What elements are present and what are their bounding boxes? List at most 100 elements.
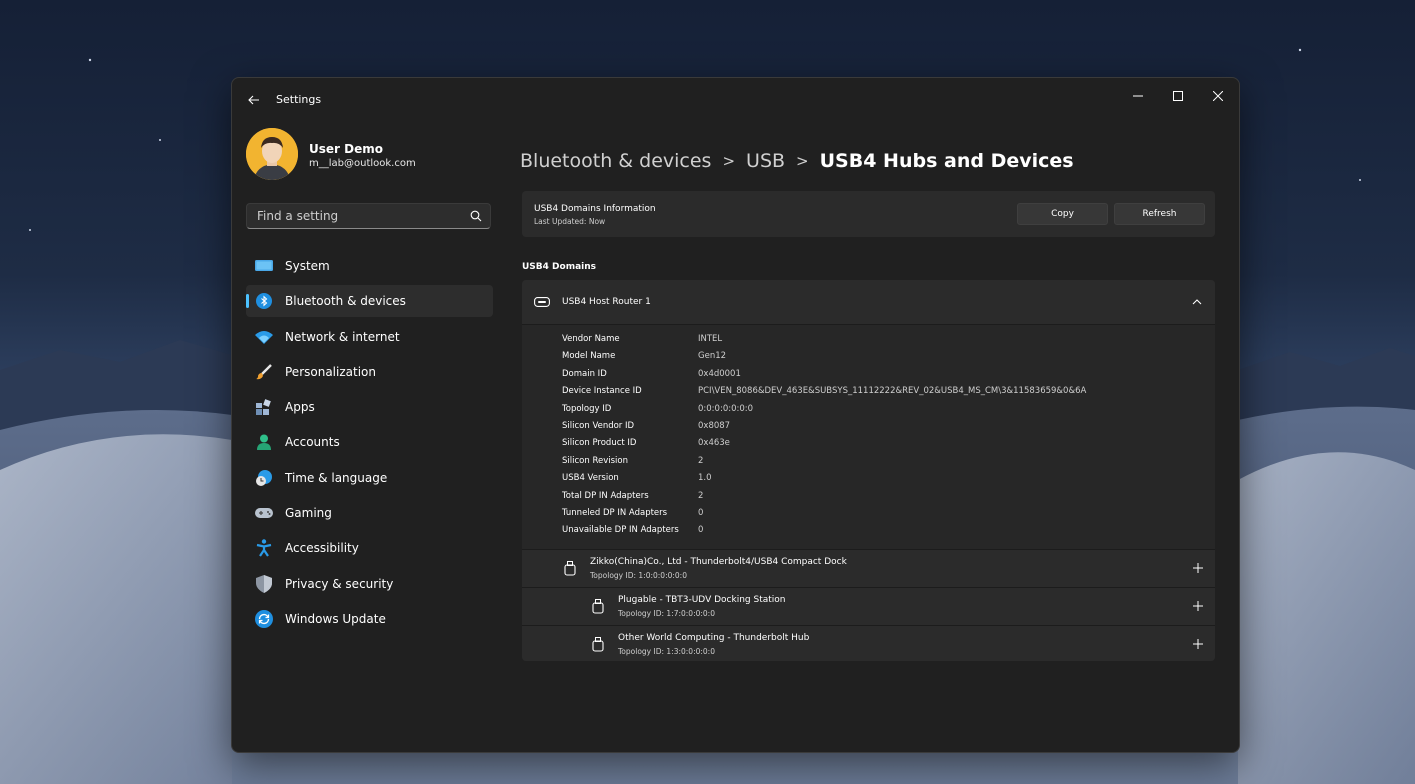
sidebar-item-label: Accessibility <box>285 541 359 556</box>
property-key: Model Name <box>562 351 616 362</box>
device-name: Plugable - TBT3-UDV Docking Station <box>618 595 786 605</box>
minimize-icon <box>1133 95 1143 97</box>
property-row: Silicon Vendor ID 0x8087 <box>562 421 1202 438</box>
property-value: 0x4d0001 <box>698 368 741 379</box>
property-row: Tunneled DP IN Adapters 0 <box>562 508 1202 525</box>
sidebar-item-accounts[interactable]: Accounts <box>246 426 493 458</box>
property-value: 0 <box>698 507 704 518</box>
close-button[interactable] <box>1199 82 1237 110</box>
device-topology: Topology ID: 1:3:0:0:0:0:0 <box>618 647 715 656</box>
brush-icon <box>255 363 273 381</box>
property-key: Silicon Product ID <box>562 438 637 449</box>
property-value: 2 <box>698 455 704 466</box>
router-properties: Vendor Name INTEL Model Name Gen12 Domain ID… <box>562 334 1202 543</box>
sidebar-item-label: Accounts <box>285 435 340 450</box>
back-button[interactable] <box>242 88 266 112</box>
sidebar-item-label: Windows Update <box>285 611 386 626</box>
router-title: USB4 Host Router 1 <box>562 297 651 307</box>
breadcrumb-separator: > <box>722 152 736 170</box>
update-icon <box>255 609 273 628</box>
sidebar-item-time-language[interactable]: Time & language <box>246 462 493 494</box>
device-row-owc-hub[interactable]: Other World Computing - Thunderbolt Hub … <box>522 625 1215 661</box>
property-value: PCI\VEN_8086&DEV_463E&SUBSYS_11112222&RE… <box>698 386 1087 397</box>
usb-connector-icon <box>564 561 576 576</box>
wifi-icon <box>255 328 273 346</box>
property-key: USB4 Version <box>562 473 619 484</box>
user-name: User Demo <box>309 142 383 156</box>
settings-window: Settings User Demo m__lab@outlook.com Fi… <box>231 77 1240 753</box>
property-row: Domain ID 0x4d0001 <box>562 369 1202 386</box>
device-name: Other World Computing - Thunderbolt Hub <box>618 633 810 643</box>
user-email: m__lab@outlook.com <box>309 158 416 169</box>
user-avatar-icon <box>246 128 298 180</box>
usb-port-icon <box>534 297 550 307</box>
plus-icon[interactable] <box>1193 563 1203 573</box>
property-key: Device Instance ID <box>562 386 642 397</box>
copy-button[interactable]: Copy <box>1017 203 1108 225</box>
sidebar-item-network[interactable]: Network & internet <box>246 321 493 353</box>
info-title: USB4 Domains Information <box>534 204 656 214</box>
usb4-info-card: USB4 Domains Information Last Updated: N… <box>522 191 1215 237</box>
sidebar-item-personalization[interactable]: Personalization <box>246 356 493 388</box>
maximize-icon <box>1173 91 1183 101</box>
back-arrow-icon <box>248 95 259 105</box>
device-row-zikko-dock[interactable]: Zikko(China)Co., Ltd - Thunderbolt4/USB4… <box>522 549 1215 587</box>
sidebar-item-label: Network & internet <box>285 329 400 344</box>
property-value: 0 <box>698 525 704 536</box>
property-key: Silicon Vendor ID <box>562 420 635 431</box>
sidebar-item-label: Personalization <box>285 364 376 379</box>
breadcrumb: Bluetooth & devices > USB > USB4 Hubs an… <box>520 150 1074 172</box>
property-value: 0x8087 <box>698 420 731 431</box>
sidebar-item-windows-update[interactable]: Windows Update <box>246 603 493 635</box>
property-value: 0:0:0:0:0:0:0 <box>698 403 754 414</box>
router-header[interactable]: USB4 Host Router 1 <box>522 280 1215 325</box>
sidebar-item-gaming[interactable]: Gaming <box>246 497 493 529</box>
refresh-button[interactable]: Refresh <box>1114 203 1205 225</box>
plus-icon[interactable] <box>1193 639 1203 649</box>
sidebar-item-label: Bluetooth & devices <box>285 294 406 309</box>
property-row: Vendor Name INTEL <box>562 334 1202 351</box>
sidebar-item-privacy-security[interactable]: Privacy & security <box>246 568 493 600</box>
property-row: Model Name Gen12 <box>562 351 1202 368</box>
search-icon[interactable] <box>470 210 482 222</box>
breadcrumb-usb[interactable]: USB <box>746 150 785 172</box>
breadcrumb-bluetooth-devices[interactable]: Bluetooth & devices <box>520 150 711 172</box>
accessibility-icon <box>255 539 273 557</box>
property-value: Gen12 <box>698 351 727 362</box>
usb4-domains-heading: USB4 Domains <box>522 262 596 272</box>
usb-connector-icon <box>592 599 604 614</box>
clock-globe-icon <box>255 469 273 487</box>
property-value: 2 <box>698 490 704 501</box>
property-row: Silicon Revision 2 <box>562 456 1202 473</box>
monitor-icon <box>255 257 273 275</box>
property-key: Tunneled DP IN Adapters <box>562 507 668 518</box>
property-key: Topology ID <box>562 403 612 414</box>
person-icon <box>255 433 273 451</box>
plus-icon[interactable] <box>1193 601 1203 611</box>
usb4-host-router-card: USB4 Host Router 1 Vendor Name INTEL Model… <box>522 280 1215 661</box>
sidebar-item-system[interactable]: System <box>246 250 493 282</box>
sidebar-item-label: Time & language <box>285 470 388 485</box>
apps-icon <box>255 398 273 416</box>
sidebar-item-label: Apps <box>285 400 315 415</box>
sidebar-item-apps[interactable]: Apps <box>246 391 493 423</box>
property-row: Device Instance ID PCI\VEN_8086&DEV_463E&… <box>562 386 1202 403</box>
avatar[interactable] <box>246 128 298 180</box>
property-key: Unavailable DP IN Adapters <box>562 525 679 536</box>
sidebar-item-accessibility[interactable]: Accessibility <box>246 532 493 564</box>
device-row-plugable-dock[interactable]: Plugable - TBT3-UDV Docking Station Topo… <box>522 587 1215 625</box>
sidebar-item-bluetooth-devices[interactable]: Bluetooth & devices <box>246 285 493 318</box>
property-key: Domain ID <box>562 368 607 379</box>
property-row: USB4 Version 1.0 <box>562 473 1202 490</box>
property-row: Total DP IN Adapters 2 <box>562 491 1202 508</box>
close-icon <box>1213 91 1223 101</box>
title-bar: Settings <box>232 78 1239 122</box>
maximize-button[interactable] <box>1159 82 1197 110</box>
property-key: Vendor Name <box>562 334 620 344</box>
search-input[interactable] <box>246 203 491 229</box>
device-topology: Topology ID: 1:7:0:0:0:0:0 <box>618 609 715 618</box>
page-title: USB4 Hubs and Devices <box>819 150 1074 172</box>
property-key: Silicon Revision <box>562 455 628 466</box>
minimize-button[interactable] <box>1119 82 1157 110</box>
chevron-up-icon[interactable] <box>1192 297 1202 307</box>
